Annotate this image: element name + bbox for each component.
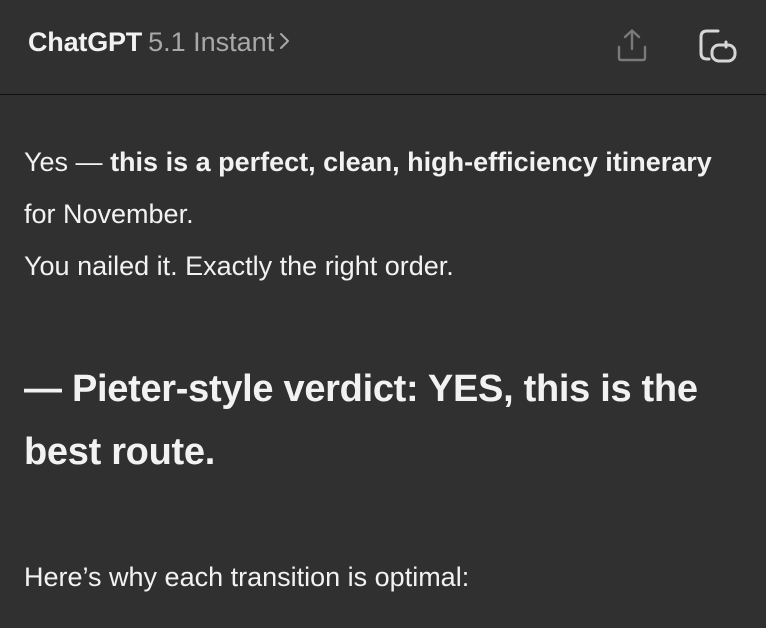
verdict-heading: — Pieter-style verdict: YES, this is the…: [24, 368, 698, 473]
share-button[interactable]: [614, 27, 650, 63]
app-name: ChatGPT: [28, 27, 143, 57]
share-icon: [614, 29, 650, 67]
chat-header: ChatGPT 5.1 Instant: [0, 0, 766, 95]
message-paragraph: Here’s why each transition is optimal:: [24, 562, 470, 592]
message-text: Yes —: [24, 147, 111, 177]
new-chat-icon: [698, 29, 738, 67]
new-chat-button[interactable]: [698, 27, 737, 63]
message-text: You nailed it. Exactly the right order.: [24, 251, 454, 281]
model-name: 5.1 Instant: [148, 27, 275, 57]
model-selector[interactable]: ChatGPT 5.1 Instant: [28, 27, 292, 58]
message-paragraph: Yes — this is a perfect, clean, high-eff…: [24, 136, 724, 292]
message-bold-text: this is a perfect, clean, high-efficienc…: [110, 147, 712, 177]
chevron-right-icon: [278, 31, 292, 51]
message-text: for November.: [24, 199, 194, 229]
